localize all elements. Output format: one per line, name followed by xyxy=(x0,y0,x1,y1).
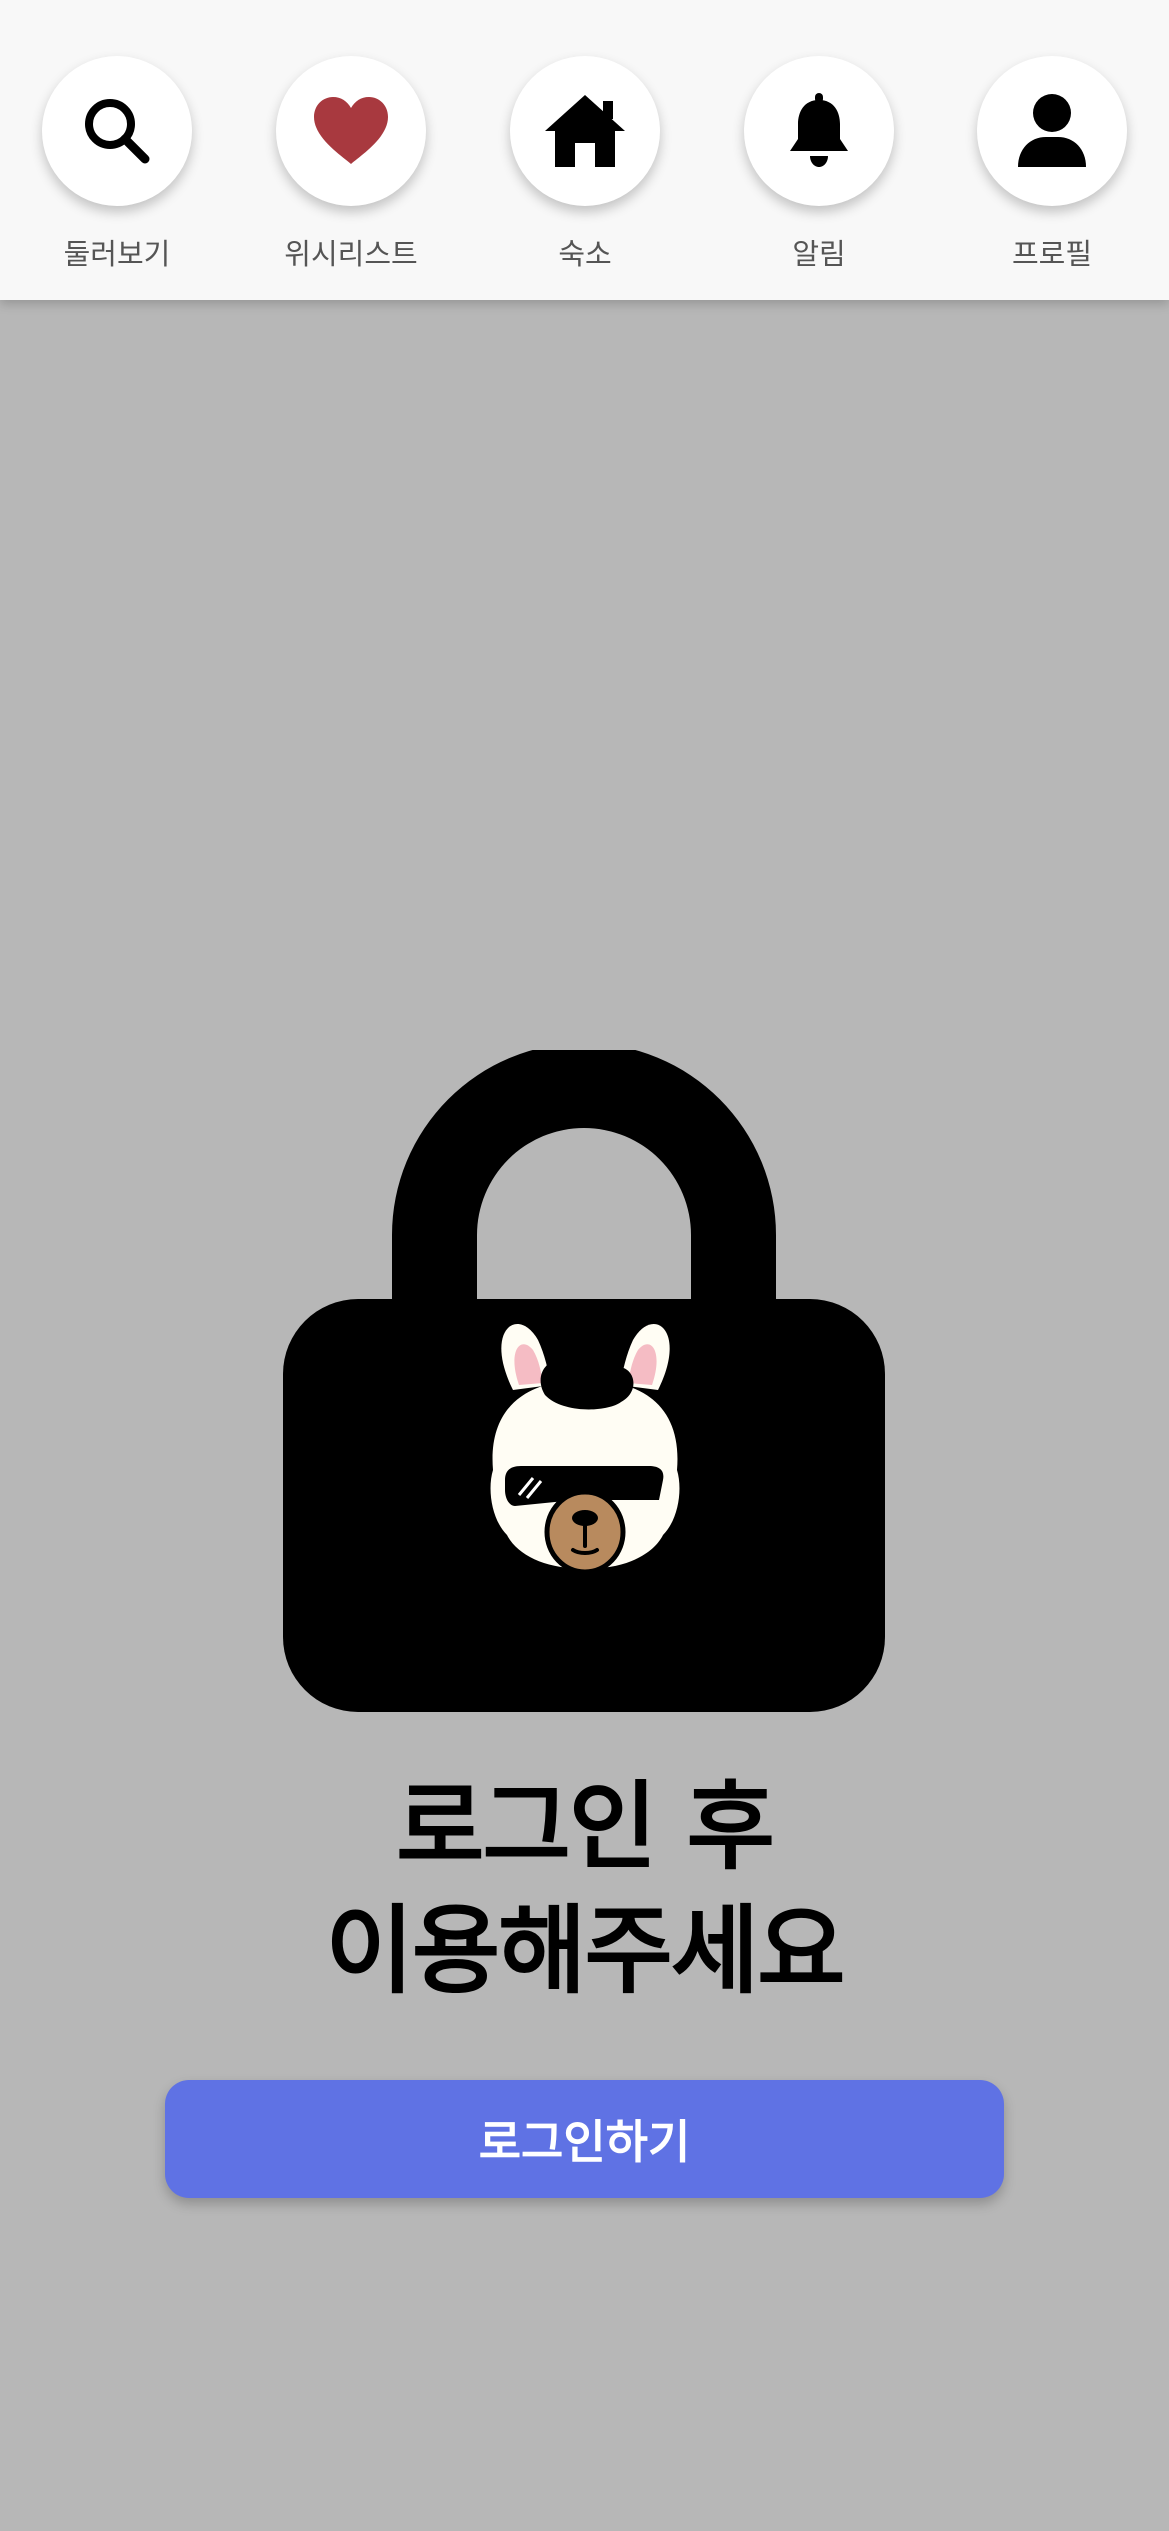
padlock-icon xyxy=(283,1050,885,1712)
nav-item-explore[interactable]: 둘러보기 xyxy=(0,0,234,300)
login-button[interactable]: 로그인하기 xyxy=(165,2080,1004,2198)
nav-stays-button[interactable] xyxy=(510,56,660,206)
nav-item-wishlist[interactable]: 위시리스트 xyxy=(234,0,468,300)
nav-label-stays: 숙소 xyxy=(558,237,612,271)
llama-mascot-icon xyxy=(490,1324,680,1575)
nav-label-profile: 프로필 xyxy=(1011,237,1093,271)
login-required-line1: 로그인 후 xyxy=(396,1771,775,1883)
login-required-line2: 이용해주세요 xyxy=(325,1895,846,2007)
nav-notifications-button[interactable] xyxy=(744,56,894,206)
nav-item-profile[interactable]: 프로필 xyxy=(935,0,1169,300)
nav-item-stays[interactable]: 숙소 xyxy=(468,0,702,300)
nav-wishlist-button[interactable] xyxy=(276,56,426,206)
search-icon xyxy=(85,99,150,164)
nav-label-wishlist: 위시리스트 xyxy=(284,237,418,271)
user-icon xyxy=(1018,94,1086,167)
bottom-nav-bar: 둘러보기 위시리스트 숙소 알림 프로필 xyxy=(0,0,1169,300)
nav-label-notifications: 알림 xyxy=(792,237,846,271)
nav-explore-button[interactable] xyxy=(42,56,192,206)
login-required-message: 로그인 후 이용해주세요 xyxy=(0,1765,1169,2013)
bell-icon xyxy=(790,93,848,167)
nav-item-notifications[interactable]: 알림 xyxy=(702,0,936,300)
main-content: 로그인 후 이용해주세요 로그인하기 xyxy=(0,300,1169,2531)
heart-icon xyxy=(314,97,388,164)
nav-profile-button[interactable] xyxy=(977,56,1127,206)
home-icon xyxy=(545,95,625,167)
nav-label-explore: 둘러보기 xyxy=(63,237,171,271)
